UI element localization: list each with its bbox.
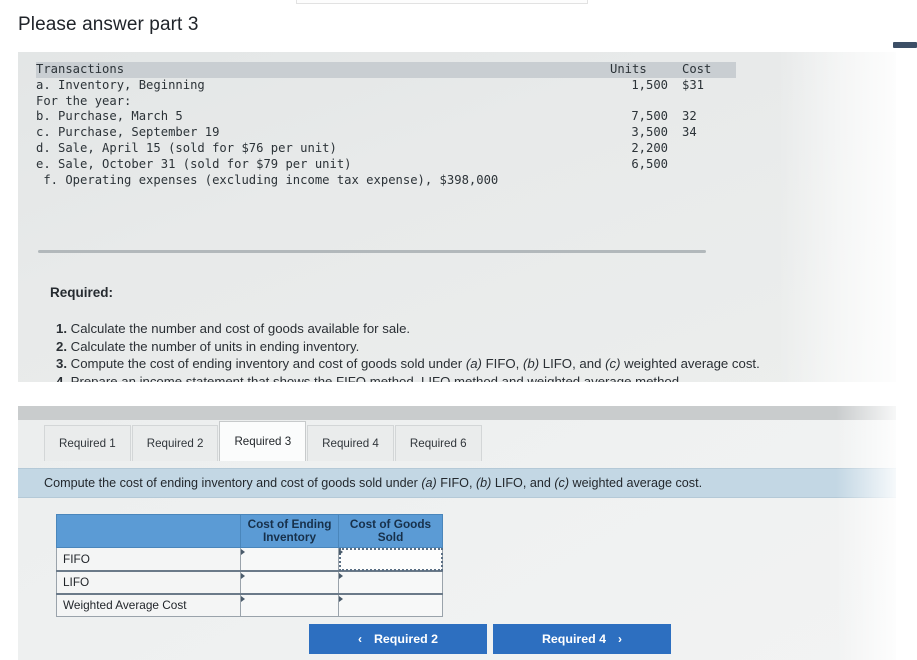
transaction-units: 3,500 bbox=[631, 125, 668, 140]
tab-required-3[interactable]: Required 3 bbox=[219, 421, 307, 461]
answer-grid-header-row: Cost of Ending Inventory Cost of Goods S… bbox=[56, 514, 443, 548]
instruction-text: Compute the cost of ending inventory and… bbox=[44, 476, 703, 490]
tab-required-6[interactable]: Required 6 bbox=[394, 425, 482, 461]
cell-lifo-ending-inventory[interactable] bbox=[240, 569, 339, 594]
tab-required-2[interactable]: Required 2 bbox=[131, 425, 219, 461]
required-item: 4. Prepare an income statement that show… bbox=[56, 373, 886, 382]
transactions-divider bbox=[38, 250, 706, 253]
transaction-description: e. Sale, October 31 (sold for $79 per un… bbox=[36, 156, 352, 171]
previous-requirement-button[interactable]: ‹ Required 2 bbox=[309, 624, 487, 654]
row-label-lifo: LIFO bbox=[56, 569, 241, 594]
required-item-text: Calculate the number and cost of goods a… bbox=[67, 321, 411, 336]
answer-panel-top-shade bbox=[18, 406, 896, 420]
transaction-cost: 34 bbox=[682, 125, 697, 140]
transaction-units: 1,500 bbox=[631, 77, 668, 92]
requirement-navigation: ‹ Required 2 Required 4 › bbox=[18, 624, 896, 660]
cell-lifo-cogs[interactable] bbox=[338, 569, 443, 594]
cell-weighted-average-ending-inventory[interactable] bbox=[240, 592, 339, 617]
required-item-number: 1. bbox=[56, 321, 67, 336]
required-item-text: Prepare an income statement that shows t… bbox=[67, 373, 683, 382]
transaction-description: b. Purchase, March 5 bbox=[36, 109, 183, 124]
transactions-header-units: Units bbox=[610, 62, 647, 76]
chevron-left-icon: ‹ bbox=[357, 632, 362, 646]
table-row: LIFO bbox=[56, 569, 443, 594]
transaction-units: 7,500 bbox=[631, 109, 668, 124]
table-row: FIFO bbox=[56, 547, 443, 571]
problem-statement-panel: Transactions Units Cost a. Inventory, Be… bbox=[18, 52, 896, 382]
transaction-description: f. Operating expenses (excluding income … bbox=[36, 172, 499, 187]
transaction-cost: 32 bbox=[682, 109, 697, 124]
transaction-cost: $31 bbox=[682, 77, 705, 92]
required-item: 2. Calculate the number of units in endi… bbox=[56, 338, 886, 356]
next-requirement-label: Required 4 bbox=[541, 632, 607, 646]
required-heading: Required: bbox=[50, 285, 114, 300]
required-item-text: Calculate the number of units in ending … bbox=[67, 338, 360, 354]
chevron-right-icon: › bbox=[618, 632, 623, 646]
transaction-description: a. Inventory, Beginning bbox=[36, 77, 205, 92]
answer-panel: Required 1 Required 2 Required 3 Require… bbox=[18, 406, 896, 660]
transaction-description: For the year: bbox=[36, 93, 132, 108]
cut-off-top-element bbox=[296, 0, 588, 4]
cell-weighted-average-cogs[interactable] bbox=[338, 592, 443, 617]
answer-grid: Cost of Ending Inventory Cost of Goods S… bbox=[56, 514, 443, 617]
transactions-row: a. Inventory, Beginning 1,500 $31 bbox=[36, 78, 736, 94]
transactions-header-row: Transactions Units Cost bbox=[36, 62, 736, 78]
transaction-units: 2,200 bbox=[631, 140, 668, 155]
previous-requirement-label: Required 2 bbox=[373, 632, 439, 646]
col-cogs-line2: Sold bbox=[377, 530, 404, 544]
transaction-units: 6,500 bbox=[631, 156, 668, 171]
transactions-row: f. Operating expenses (excluding income … bbox=[36, 173, 736, 189]
required-item-number: 4. bbox=[56, 373, 67, 382]
top-right-marker bbox=[893, 42, 917, 48]
transactions-row: c. Purchase, September 19 3,500 34 bbox=[36, 125, 736, 141]
required-item: 1. Calculate the number and cost of good… bbox=[56, 320, 886, 338]
required-item: 3. Compute the cost of ending inventory … bbox=[56, 355, 886, 373]
answer-grid-col-ending-inventory: Cost of Ending Inventory bbox=[240, 514, 339, 548]
cell-fifo-cogs[interactable] bbox=[338, 547, 443, 571]
transactions-row: For the year: bbox=[36, 94, 736, 110]
tab-required-4[interactable]: Required 4 bbox=[307, 425, 394, 461]
page-title: Please answer part 3 bbox=[18, 14, 199, 35]
transactions-row: b. Purchase, March 5 7,500 32 bbox=[36, 109, 736, 125]
col-ending-line2: Inventory bbox=[262, 530, 317, 544]
transactions-header-cost: Cost bbox=[682, 62, 712, 76]
answer-grid-corner bbox=[56, 514, 241, 548]
transactions-row: e. Sale, October 31 (sold for $79 per un… bbox=[36, 157, 736, 173]
answer-grid-col-cogs: Cost of Goods Sold bbox=[338, 514, 443, 548]
table-row: Weighted Average Cost bbox=[56, 592, 443, 617]
transactions-table: Transactions Units Cost a. Inventory, Be… bbox=[36, 62, 736, 188]
next-requirement-button[interactable]: Required 4 › bbox=[493, 624, 671, 654]
transactions-header-description: Transactions bbox=[36, 62, 125, 76]
row-label-fifo: FIFO bbox=[56, 547, 241, 571]
required-list: 1. Calculate the number and cost of good… bbox=[56, 320, 886, 382]
transaction-description: d. Sale, April 15 (sold for $76 per unit… bbox=[36, 140, 337, 155]
required-item-text: Compute the cost of ending inventory and… bbox=[67, 356, 760, 372]
tab-required-1[interactable]: Required 1 bbox=[44, 425, 131, 461]
cell-fifo-ending-inventory[interactable] bbox=[240, 547, 339, 571]
required-item-number: 3. bbox=[56, 356, 67, 372]
instruction-banner: Compute the cost of ending inventory and… bbox=[18, 468, 896, 498]
row-label-weighted-average-cost: Weighted Average Cost bbox=[56, 592, 241, 617]
transactions-row: d. Sale, April 15 (sold for $76 per unit… bbox=[36, 141, 736, 157]
transaction-description: c. Purchase, September 19 bbox=[36, 125, 220, 140]
requirement-tabs: Required 1 Required 2 Required 3 Require… bbox=[44, 421, 483, 461]
required-item-number: 2. bbox=[56, 338, 67, 354]
